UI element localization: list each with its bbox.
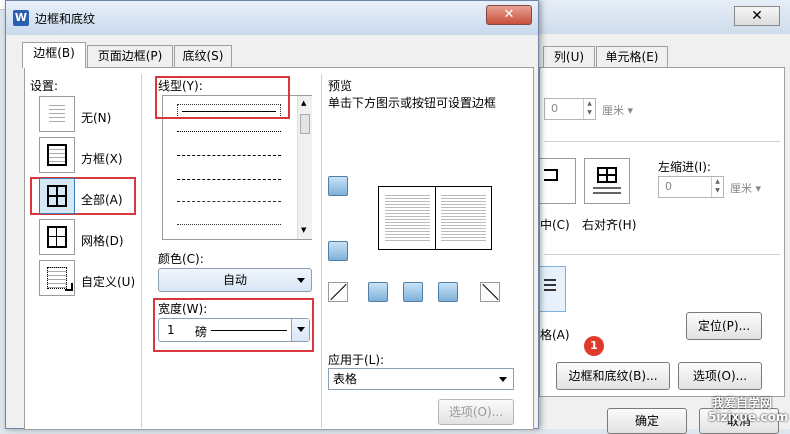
scroll-up-icon: ▲ bbox=[301, 99, 307, 107]
width-line-sample bbox=[211, 330, 287, 331]
setting-box-label[interactable]: 方框(X) bbox=[81, 150, 123, 167]
divider bbox=[321, 74, 322, 428]
width-value: 1 bbox=[167, 323, 175, 337]
watermark-url: 5izixue.com bbox=[708, 410, 789, 424]
diagonal-up-border-icon[interactable] bbox=[328, 282, 348, 302]
left-border-button[interactable] bbox=[368, 282, 388, 302]
tab-borders[interactable]: 边框(B) bbox=[22, 42, 86, 68]
indent-spinner[interactable]: 0 ▲ ▼ bbox=[544, 98, 596, 120]
back-close-button[interactable]: ✕ bbox=[734, 6, 780, 26]
setting-all-icon[interactable] bbox=[39, 178, 75, 214]
width-unit: 磅 bbox=[195, 325, 208, 339]
tab-cell[interactable]: 单元格(E) bbox=[596, 46, 668, 68]
wrap-label: 格(A) bbox=[540, 328, 570, 342]
right-border-button[interactable] bbox=[438, 282, 458, 302]
borders-shading-button[interactable]: 边框和底纹(B)... bbox=[556, 362, 670, 390]
chevron-down-icon bbox=[297, 327, 305, 332]
position-button[interactable]: 定位(P)... bbox=[686, 312, 762, 340]
line-style-scrollbar[interactable]: ▲ ▼ bbox=[297, 96, 312, 239]
line-style-dash-dot-dot[interactable] bbox=[177, 224, 281, 225]
left-indent-spinner[interactable]: 0 ▲ ▼ bbox=[658, 176, 724, 198]
wrap-icon[interactable] bbox=[540, 266, 566, 312]
setting-box-icon[interactable] bbox=[39, 137, 75, 173]
setting-custom-icon[interactable] bbox=[39, 260, 75, 296]
color-dropdown[interactable]: 自动 bbox=[158, 268, 312, 292]
width-dropdown-button[interactable] bbox=[291, 319, 309, 341]
top-border-button[interactable] bbox=[328, 176, 348, 196]
width-dropdown[interactable]: 1 磅 bbox=[158, 318, 310, 342]
line-style-dashed[interactable] bbox=[177, 155, 281, 156]
left-indent-value: 0 bbox=[665, 180, 672, 193]
line-style-long-dash[interactable] bbox=[177, 179, 281, 180]
color-label: 颜色(C): bbox=[158, 252, 204, 266]
preview-table[interactable] bbox=[378, 186, 492, 250]
close-button[interactable]: ✕ bbox=[486, 5, 532, 25]
inside-horizontal-border-button[interactable] bbox=[328, 241, 348, 261]
right-align-label: 右对齐(H) bbox=[582, 218, 637, 232]
left-indent-label: 左缩进(I): bbox=[658, 160, 711, 174]
left-indent-unit: 厘米 ▾ bbox=[730, 182, 762, 195]
color-value: 自动 bbox=[222, 273, 247, 287]
apply-to-value: 表格 bbox=[333, 372, 358, 386]
watermark-title: 我爱自学网 bbox=[712, 396, 773, 410]
back-tab-panel: 0 ▲ ▼ 厘米 ▾ 中(C) 右对齐(H) 左缩进(I): 0 ▲ ▼ 厘米 ▾ bbox=[539, 67, 785, 397]
wps-app-icon: W bbox=[13, 10, 29, 26]
setting-custom-label[interactable]: 自定义(U) bbox=[81, 273, 135, 290]
indent-unit: 厘米 ▾ bbox=[602, 104, 634, 117]
diagonal-down-border-icon[interactable] bbox=[480, 282, 500, 302]
setting-grid-label[interactable]: 网格(D) bbox=[81, 232, 124, 249]
preview-label: 预览 bbox=[328, 79, 353, 93]
divider bbox=[544, 141, 780, 142]
setting-all-label[interactable]: 全部(A) bbox=[81, 191, 123, 208]
table-properties-dialog: ✕ 列(U) 单元格(E) 0 ▲ ▼ 厘米 ▾ 中(C) 右对齐(H) 左缩进(… bbox=[528, 0, 790, 434]
scroll-thumb bbox=[300, 114, 310, 134]
borders-and-shading-dialog: W 边框和底纹 ✕ 边框(B) 页面边框(P) 底纹(S) 设置: 无(N) 方… bbox=[5, 0, 539, 430]
chevron-down-icon bbox=[499, 377, 507, 382]
scroll-down-icon: ▼ bbox=[301, 226, 307, 234]
center-align-label: 中(C) bbox=[540, 218, 570, 232]
setting-grid-icon[interactable] bbox=[39, 219, 75, 255]
table-options-button[interactable]: 选项(O)... bbox=[678, 362, 762, 390]
tab-page-border[interactable]: 页面边框(P) bbox=[87, 45, 173, 67]
spinner-arrows-icon[interactable]: ▲ ▼ bbox=[583, 99, 595, 119]
ok-button[interactable]: 确定 bbox=[607, 408, 687, 434]
setting-none-icon[interactable] bbox=[39, 96, 75, 132]
right-align-icon[interactable] bbox=[584, 158, 630, 204]
apply-to-dropdown[interactable]: 表格 bbox=[328, 368, 514, 390]
preview-hint: 单击下方图示或按钮可设置边框 bbox=[328, 96, 497, 110]
dialog-title: 边框和底纹 bbox=[35, 12, 96, 26]
tab-column[interactable]: 列(U) bbox=[543, 46, 595, 68]
indent-value: 0 bbox=[551, 102, 558, 115]
line-style-dotted[interactable] bbox=[177, 131, 281, 132]
chevron-down-icon bbox=[297, 278, 305, 283]
divider bbox=[141, 74, 142, 428]
center-align-icon[interactable] bbox=[540, 158, 576, 204]
inside-vertical-border-button[interactable] bbox=[403, 282, 423, 302]
border-options-button: 选项(O)... bbox=[438, 399, 514, 425]
setting-none-label[interactable]: 无(N) bbox=[81, 109, 111, 126]
highlight-frame bbox=[155, 76, 290, 119]
step-badge: 1 bbox=[584, 336, 604, 356]
line-style-dash-dot[interactable] bbox=[177, 201, 281, 202]
spinner-arrows-icon[interactable]: ▲ ▼ bbox=[711, 177, 723, 197]
settings-label: 设置: bbox=[30, 79, 59, 93]
width-label: 宽度(W): bbox=[158, 302, 208, 316]
apply-to-label: 应用于(L): bbox=[328, 353, 385, 367]
tab-shading[interactable]: 底纹(S) bbox=[174, 45, 232, 67]
divider bbox=[544, 254, 780, 255]
